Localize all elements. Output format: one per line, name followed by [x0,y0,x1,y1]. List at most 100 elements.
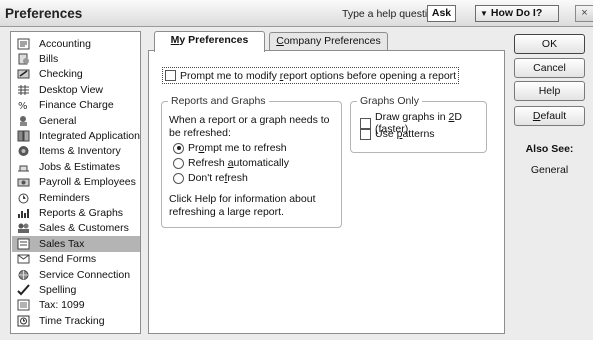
reminders-icon [17,192,30,204]
help-button[interactable]: Help [514,81,585,101]
desktop-view-icon [17,84,30,96]
spelling-icon [17,284,30,296]
radio-label: Don't refresh [188,172,248,184]
accounting-icon [17,38,30,50]
default-button[interactable]: Default [514,106,585,126]
sidebar-item-service-connection[interactable]: Service Connection [12,267,140,282]
radio-label: Prompt me to refresh [188,142,287,154]
use-patterns-checkbox[interactable]: Use patterns [360,128,435,140]
refresh-question: When a report or a graph needs to be ref… [169,114,330,139]
sales-customers-icon [17,222,30,234]
sidebar-item-sales-customers[interactable]: Sales & Customers [12,221,140,236]
reports-and-graphs-title: Reports and Graphs [168,95,269,107]
sidebar-item-jobs-estimates[interactable]: Jobs & Estimates [12,159,140,174]
graphs-only-group: Graphs Only Draw graphs in 2D (faster) U… [350,95,487,153]
radio-button[interactable] [173,157,184,169]
help-question-label: Type a help question [342,8,439,20]
also-see-heading: Also See: [525,143,574,155]
sidebar-item-label: Accounting [39,37,91,50]
preferences-tabs: My Preferences Company Preferences Promp… [148,31,505,334]
general-icon [17,115,30,127]
radio-prompt-refresh[interactable]: Prompt me to refresh [173,142,287,154]
finance-charge-icon: % [17,99,30,111]
preferences-category-list[interactable]: Accounting Bills Checking Desktop View% Fina… [10,31,141,334]
sidebar-item-label: Tax: 1099 [39,299,85,312]
payroll-employees-icon [17,176,30,188]
sidebar-item-time-tracking[interactable]: Time Tracking [12,313,140,328]
sidebar-item-label: Sales Tax [39,237,85,250]
sidebar-item-label: Finance Charge [39,99,114,112]
sidebar-item-accounting[interactable]: Accounting [12,36,140,51]
sidebar-item-label: Send Forms [39,253,97,266]
sidebar-item-label: Bills [39,53,59,66]
ok-button[interactable]: OK [514,34,585,54]
checkbox-box[interactable] [165,70,176,81]
sidebar-item-label: Reports & Graphs [39,207,124,220]
sidebar-item-label: Checking [39,68,83,81]
sidebar-item-label: General [39,114,77,127]
integrated-applications-icon [17,130,30,142]
sidebar-item-label: Sales & Customers [39,222,129,235]
time-tracking-icon [17,315,30,327]
svg-text:%: % [18,101,28,111]
graphs-only-title: Graphs Only [357,95,422,107]
sidebar-item-reminders[interactable]: Reminders [12,190,140,205]
radio-button[interactable] [173,142,184,154]
checkbox-box[interactable] [360,128,371,140]
tab-my-label: y Preferences [179,34,249,46]
sidebar-item-reports-graphs[interactable]: Reports & Graphs [12,205,140,220]
radio-dont-refresh[interactable]: Don't refresh [173,172,248,184]
sidebar-item-spelling[interactable]: Spelling [12,282,140,297]
title-bar: Preferences Type a help question Ask ▼ Ho… [0,0,593,27]
how-do-i-dropdown[interactable]: ▼ How Do I? [475,5,559,22]
checkbox-box[interactable] [360,117,371,129]
close-button[interactable]: × [575,5,593,22]
tab-company-accelerator: C [276,35,284,47]
sidebar-item-items-inventory[interactable]: Items & Inventory [12,144,140,159]
sidebar-item-bills[interactable]: Bills [12,51,140,66]
tab-my-preferences[interactable]: My Preferences [154,31,265,52]
how-do-i-label: How Do I? [490,7,543,19]
tax-1099-icon [17,299,30,311]
items-inventory-icon [17,145,30,157]
sidebar-item-label: Payroll & Employees [39,176,136,189]
sidebar-item-label: Items & Inventory [39,145,121,158]
sidebar-item-general[interactable]: General [12,113,140,128]
sidebar-item-integrated-applications[interactable]: Integrated Applications [12,128,141,143]
window-title: Preferences [5,6,83,21]
sidebar-item-label: Spelling [39,284,77,297]
sales-tax-icon [17,238,30,250]
my-preferences-panel: Prompt me to modify report options befor… [148,50,505,334]
jobs-estimates-icon [17,161,30,173]
prompt-modify-report-checkbox[interactable]: Prompt me to modify report options befor… [162,67,460,84]
sidebar-item-sales-tax[interactable]: Sales Tax [12,236,140,252]
sidebar-item-payroll-employees[interactable]: Payroll & Employees [12,175,140,190]
sidebar-item-tax-1099[interactable]: Tax: 1099 [12,298,140,313]
cancel-button[interactable]: Cancel [514,58,585,78]
also-see-general-link[interactable]: General [514,164,585,176]
sidebar-item-label: Reminders [39,191,90,204]
radio-label: Refresh automatically [188,157,289,169]
checkbox-label: Use patterns [375,128,435,140]
large-report-help-text: Click Help for information about refresh… [169,193,316,218]
tab-company-preferences[interactable]: Company Preferences [269,32,388,50]
dropdown-arrow-icon: ▼ [480,9,488,18]
bills-icon [17,53,30,65]
sidebar-item-checking[interactable]: Checking [12,67,140,82]
sidebar-item-label: Integrated Applications [39,130,141,143]
sidebar-item-send-forms[interactable]: Send Forms [12,252,140,267]
reports-graphs-icon [17,207,30,219]
reports-and-graphs-group: Reports and Graphs When a report or a gr… [161,95,342,228]
sidebar-item-desktop-view[interactable]: Desktop View [12,82,140,97]
sidebar-item-finance-charge[interactable]: % Finance Charge [12,98,140,113]
sidebar-item-label: Service Connection [39,268,131,281]
radio-button[interactable] [173,172,184,184]
sidebar-item-label: Jobs & Estimates [39,160,121,173]
sidebar-item-label: Time Tracking [39,314,105,327]
ask-button[interactable]: Ask [427,5,456,22]
checking-icon [17,68,30,80]
service-connection-icon [17,269,30,281]
tab-company-label: ompany Preferences [283,35,381,47]
prompt-modify-label: Prompt me to modify report options befor… [180,69,457,82]
radio-refresh-automatically[interactable]: Refresh automatically [173,157,289,169]
